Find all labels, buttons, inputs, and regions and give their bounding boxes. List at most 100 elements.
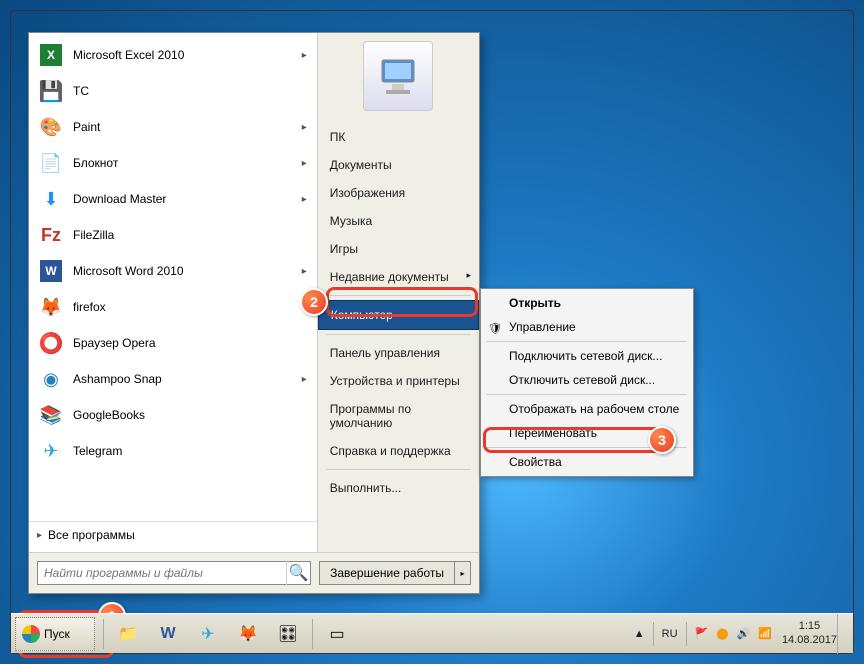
program-item-notepad[interactable]: 📄 Блокнот ▸ xyxy=(29,145,317,181)
snap-icon: ◉ xyxy=(37,365,65,393)
program-item-paint[interactable]: 🎨Paint▸ xyxy=(29,109,317,145)
shutdown-options[interactable]: ▸ xyxy=(455,561,471,585)
places-label: Программы по умолчанию xyxy=(330,402,411,430)
opera-icon: ⭕ xyxy=(37,329,65,357)
word-icon: W xyxy=(160,625,175,643)
context-label: Переименовать xyxy=(509,426,597,440)
language-indicator[interactable]: RU xyxy=(662,628,678,640)
program-label: FileZilla xyxy=(73,228,114,242)
places-item[interactable]: Панель управления xyxy=(318,339,479,367)
places-label: Выполнить... xyxy=(330,481,402,495)
search-icon: 🔍 xyxy=(289,563,309,583)
shutdown-button[interactable]: Завершение работы xyxy=(319,561,455,585)
chevron-right-icon: ▸ xyxy=(302,194,307,205)
word-icon: W xyxy=(37,257,65,285)
computer-icon xyxy=(374,52,422,100)
places-item[interactable]: Выполнить... xyxy=(318,474,479,502)
start-label: Пуск xyxy=(44,627,70,641)
firefox-icon: 🦊 xyxy=(37,293,65,321)
system-tray: ▲ RU 🚩 ⬤ 🔊 📶 1:15 14.08.2017 xyxy=(630,614,853,654)
program-label: Microsoft Word 2010 xyxy=(73,264,184,278)
program-item-opera[interactable]: ⭕ Браузер Opera xyxy=(29,325,317,361)
chevron-right-icon: ▸ xyxy=(37,530,42,541)
program-item-tc[interactable]: 💾TC xyxy=(29,73,317,109)
places-label: Устройства и принтеры xyxy=(330,374,460,388)
program-label: Ashampoo Snap xyxy=(73,372,162,386)
search-box[interactable]: 🔍 xyxy=(37,561,311,585)
tray-flag-icon[interactable]: 🚩 xyxy=(695,627,709,640)
program-item-snap[interactable]: ◉ Ashampoo Snap ▸ xyxy=(29,361,317,397)
places-item[interactable]: Справка и поддержка xyxy=(318,437,479,465)
places-item[interactable]: Недавние документы▸ xyxy=(318,263,479,291)
taskbar-firefox[interactable]: 🦊 xyxy=(230,619,266,649)
taskbar-word[interactable]: W xyxy=(150,619,186,649)
context-item[interactable]: Отображать на рабочем столе xyxy=(483,397,691,421)
program-item-telegram[interactable]: ✈Telegram xyxy=(29,433,317,469)
places-item[interactable]: Компьютер xyxy=(318,300,479,330)
context-label: Подключить сетевой диск... xyxy=(509,349,662,363)
tray-chevron-icon[interactable]: ▲ xyxy=(634,628,645,640)
places-item[interactable]: Программы по умолчанию xyxy=(318,395,479,437)
show-desktop[interactable] xyxy=(837,614,847,654)
tc-icon: 💾 xyxy=(37,77,65,105)
dm-icon: ⬇ xyxy=(37,185,65,213)
places-item[interactable]: Игры xyxy=(318,235,479,263)
taskbar-explorer[interactable]: 📁 xyxy=(110,619,146,649)
start-menu-places: ПК ДокументыИзображенияМузыка Игры Недавние… xyxy=(318,33,479,552)
context-label: Отображать на рабочем столе xyxy=(509,402,679,416)
context-item[interactable]: Открыть xyxy=(483,291,691,315)
places-item[interactable]: ПК xyxy=(318,123,479,151)
notepad-icon: 📄 xyxy=(37,149,65,177)
search-button[interactable]: 🔍 xyxy=(286,561,310,585)
program-item-dm[interactable]: ⬇Download Master▸ xyxy=(29,181,317,217)
program-label: Блокнот xyxy=(73,156,118,170)
places-item[interactable]: Изображения xyxy=(318,179,479,207)
user-picture[interactable] xyxy=(363,41,433,111)
tray-volume-icon[interactable]: 🔊 xyxy=(737,627,751,640)
tray-network-icon[interactable]: 📶 xyxy=(758,627,772,640)
tray-av-icon[interactable]: ⬤ xyxy=(716,627,728,640)
all-programs[interactable]: ▸Все программы xyxy=(29,521,317,548)
taskbar: Пуск 📁 W ✈ 🦊 🎛 ▭ ▲ RU 🚩 ⬤ 🔊 📶 1:15 14.08… xyxy=(11,613,853,653)
places-item[interactable]: Устройства и принтеры xyxy=(318,367,479,395)
context-item[interactable]: Отключить сетевой диск... xyxy=(483,368,691,392)
context-item[interactable]: 🛡Управление xyxy=(483,315,691,339)
places-label: ПК xyxy=(330,130,346,144)
chevron-right-icon: ▸ xyxy=(302,50,307,61)
program-item-firefox[interactable]: 🦊firefox xyxy=(29,289,317,325)
context-item[interactable]: Свойства xyxy=(483,450,691,474)
taskbar-telegram[interactable]: ✈ xyxy=(190,619,226,649)
folder-icon: 📁 xyxy=(118,624,138,644)
program-item-filezilla[interactable]: FzFileZilla xyxy=(29,217,317,253)
program-label: Браузер Opera xyxy=(73,336,156,350)
window-icon: ▭ xyxy=(329,624,344,644)
chevron-right-icon: ▸ xyxy=(302,158,307,169)
program-label: GoogleBooks xyxy=(73,408,145,422)
excel-icon: X xyxy=(37,41,65,69)
windows-logo-icon xyxy=(22,625,40,643)
context-item[interactable]: Подключить сетевой диск... xyxy=(483,344,691,368)
context-label: Свойства xyxy=(509,455,562,469)
places-label: Компьютер xyxy=(331,308,393,322)
start-menu-programs: XMicrosoft Excel 2010▸💾TC🎨Paint▸ 📄 Блокнот… xyxy=(29,33,318,552)
places-label: Справка и поддержка xyxy=(330,444,451,458)
start-button[interactable]: Пуск xyxy=(15,617,95,651)
chevron-right-icon: ▸ xyxy=(302,374,307,385)
taskbar-app[interactable]: ▭ xyxy=(319,619,355,649)
program-item-word[interactable]: WMicrosoft Word 2010▸ xyxy=(29,253,317,289)
places-item[interactable]: Музыка xyxy=(318,207,479,235)
program-label: Telegram xyxy=(73,444,122,458)
chevron-right-icon: ▸ xyxy=(302,122,307,133)
chevron-right-icon: ▸ xyxy=(466,270,471,281)
program-item-excel[interactable]: XMicrosoft Excel 2010▸ xyxy=(29,37,317,73)
context-item[interactable]: Переименовать xyxy=(483,421,691,445)
search-input[interactable] xyxy=(38,566,286,580)
places-label: Игры xyxy=(330,242,358,256)
telegram-icon: ✈ xyxy=(201,624,214,644)
context-label: Отключить сетевой диск... xyxy=(509,373,655,387)
tray-clock[interactable]: 1:15 14.08.2017 xyxy=(782,620,837,646)
places-item[interactable]: Документы xyxy=(318,151,479,179)
taskbar-control[interactable]: 🎛 xyxy=(270,619,306,649)
program-item-gbooks[interactable]: 📚 GoogleBooks xyxy=(29,397,317,433)
gbooks-icon: 📚 xyxy=(37,401,65,429)
